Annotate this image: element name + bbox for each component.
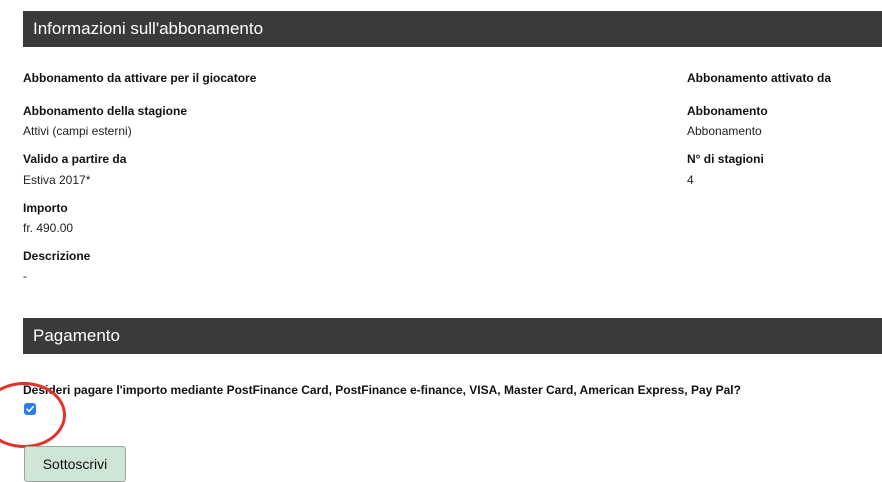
description-value: - (23, 269, 27, 283)
subscription-value: Abbonamento (687, 124, 762, 138)
payment-question: Desideri pagare l'importo mediante PostF… (23, 383, 741, 397)
activated-by-heading: Abbonamento attivato da (687, 71, 832, 85)
valid-from-label: Valido a partire da (23, 152, 127, 166)
season-label: Abbonamento della stagione (23, 104, 188, 118)
season-value: Attivi (campi esterni) (23, 124, 132, 138)
subscription-label: Abbonamento (687, 104, 768, 118)
seasons-count-label: N° di stagioni (687, 152, 764, 166)
description-label: Descrizione (23, 249, 91, 263)
seasons-count-value: 4 (687, 173, 694, 187)
amount-value: fr. 490.00 (23, 221, 74, 235)
subscribe-button[interactable]: Sottoscrivi (24, 446, 126, 482)
subscription-info-header: Informazioni sull'abbonamento (23, 11, 882, 47)
player-subscription-heading: Abbonamento da attivare per il giocatore (23, 71, 257, 85)
payment-header: Pagamento (23, 318, 882, 354)
amount-label: Importo (23, 201, 68, 215)
valid-from-value: Estiva 2017* (23, 173, 91, 187)
